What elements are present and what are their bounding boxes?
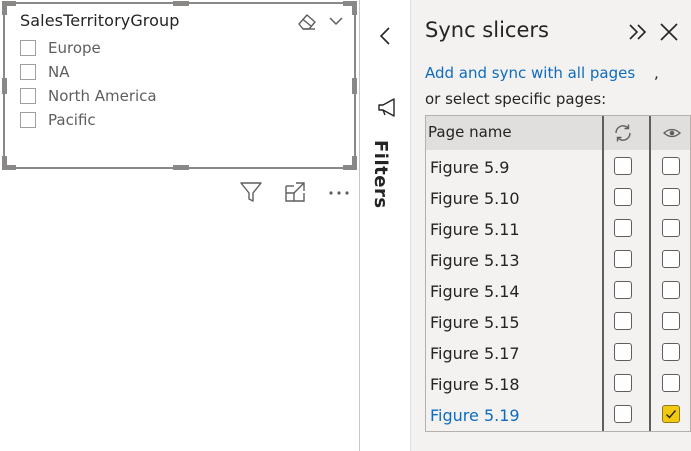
sync-slicers-pane: Sync slicers Add and sync with all pages…: [411, 0, 691, 451]
slicer-item-label: Europe: [48, 39, 101, 57]
slicer-checkbox[interactable]: [20, 88, 36, 104]
page-name: Figure 5.10: [430, 189, 520, 208]
report-canvas: SalesTerritoryGroup Europe NA North Amer…: [0, 0, 359, 451]
visible-checkbox[interactable]: [662, 374, 680, 392]
more-options-icon[interactable]: [327, 180, 351, 204]
slicer-checkbox[interactable]: [20, 64, 36, 80]
sync-checkbox[interactable]: [614, 219, 632, 237]
slicer-visual[interactable]: SalesTerritoryGroup Europe NA North Amer…: [2, 1, 357, 170]
table-row: Figure 5.13: [426, 245, 690, 276]
sync-checkbox[interactable]: [614, 374, 632, 392]
slicer-item[interactable]: Pacific: [20, 110, 96, 130]
page-name: Figure 5.15: [430, 313, 520, 332]
sync-icon: [615, 124, 631, 142]
sync-pages-table: Page name Figure 5.9 Figure 5.10 Figure …: [425, 115, 691, 432]
add-and-sync-all-link[interactable]: Add and sync with all pages: [425, 64, 635, 82]
filters-pane-label[interactable]: Filters: [370, 140, 391, 209]
slicer-checkbox[interactable]: [20, 112, 36, 128]
slicer-item-label: North America: [48, 87, 157, 105]
table-row: Figure 5.15: [426, 307, 690, 338]
page-name: Figure 5.17: [430, 344, 520, 363]
table-row: Figure 5.10: [426, 183, 690, 214]
resize-handle[interactable]: [173, 165, 189, 170]
column-header-page-name: Page name: [428, 123, 512, 141]
visible-checkbox[interactable]: [662, 157, 680, 175]
slicer-checkbox[interactable]: [20, 40, 36, 56]
resize-handle[interactable]: [352, 78, 357, 94]
page-name[interactable]: Figure 5.19: [430, 406, 520, 425]
sync-checkbox[interactable]: [614, 343, 632, 361]
sync-checkbox[interactable]: [614, 281, 632, 299]
visible-checkbox[interactable]: [662, 219, 680, 237]
checkmark-icon: [666, 410, 677, 419]
sync-checkbox[interactable]: [614, 250, 632, 268]
expand-icon[interactable]: [626, 21, 650, 43]
focus-mode-icon[interactable]: [283, 180, 307, 204]
slicer-title: SalesTerritoryGroup: [20, 11, 180, 30]
sync-checkbox[interactable]: [614, 157, 632, 175]
table-row: Figure 5.17: [426, 338, 690, 369]
page-name: Figure 5.18: [430, 375, 520, 394]
megaphone-icon[interactable]: [376, 96, 398, 118]
resize-handle[interactable]: [2, 78, 7, 94]
pane-title: Sync slicers: [425, 18, 549, 42]
resize-handle[interactable]: [2, 1, 7, 15]
resize-handle[interactable]: [352, 1, 357, 15]
table-row: Figure 5.14: [426, 276, 690, 307]
chevron-left-icon[interactable]: [376, 25, 394, 47]
page-name: Figure 5.14: [430, 282, 520, 301]
page-name: Figure 5.9: [430, 158, 510, 177]
filters-pane-collapsed[interactable]: Filters: [360, 0, 410, 451]
slicer-item[interactable]: North America: [20, 86, 157, 106]
table-row: Figure 5.19: [426, 400, 690, 431]
visible-checkbox[interactable]: [662, 312, 680, 330]
visible-checkbox[interactable]: [662, 405, 680, 423]
eye-icon: [663, 128, 681, 138]
slicer-item[interactable]: NA: [20, 62, 69, 82]
visible-checkbox[interactable]: [662, 343, 680, 361]
visible-checkbox[interactable]: [662, 188, 680, 206]
slicer-item[interactable]: Europe: [20, 38, 101, 58]
resize-handle[interactable]: [173, 1, 189, 6]
sync-checkbox[interactable]: [614, 188, 632, 206]
eraser-icon[interactable]: [296, 11, 318, 31]
sync-checkbox[interactable]: [614, 312, 632, 330]
filter-icon[interactable]: [239, 180, 263, 204]
table-row: Figure 5.9: [426, 152, 690, 183]
sync-checkbox[interactable]: [614, 405, 632, 423]
sync-instruction: or select specific pages:: [425, 90, 607, 108]
page-name: Figure 5.13: [430, 251, 520, 270]
table-row: Figure 5.18: [426, 369, 690, 400]
visible-checkbox[interactable]: [662, 250, 680, 268]
visible-checkbox[interactable]: [662, 281, 680, 299]
link-suffix: ,: [654, 64, 659, 82]
page-name: Figure 5.11: [430, 220, 520, 239]
resize-handle[interactable]: [352, 156, 357, 170]
table-row: Figure 5.11: [426, 214, 690, 245]
close-icon[interactable]: [658, 21, 680, 43]
resize-handle[interactable]: [2, 156, 7, 170]
slicer-item-label: Pacific: [48, 111, 96, 129]
chevron-down-icon[interactable]: [327, 12, 345, 30]
slicer-item-label: NA: [48, 63, 70, 81]
